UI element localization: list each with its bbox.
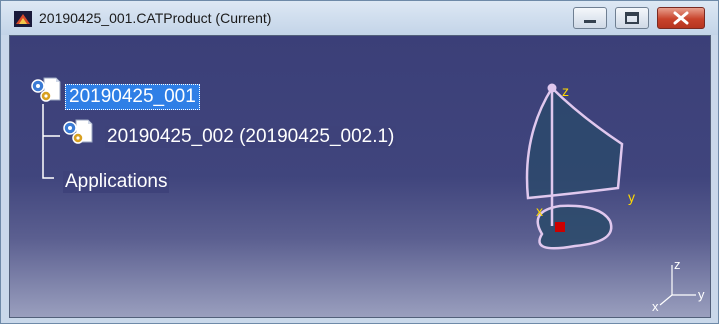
minimize-icon <box>584 20 596 23</box>
tree-child-label[interactable]: 20190425_002 (20190425_002.1) <box>105 126 397 148</box>
compass-y-label: y <box>628 189 635 205</box>
title-bar[interactable]: 20190425_001.CATProduct (Current) <box>1 1 718 35</box>
catia-app-icon <box>14 11 32 27</box>
tree-applications-label[interactable]: Applications <box>63 171 170 193</box>
compass-origin[interactable] <box>555 222 565 232</box>
window-title: 20190425_001.CATProduct (Current) <box>39 10 272 26</box>
compass-z-label: z <box>562 83 569 99</box>
product-icon[interactable] <box>28 76 62 106</box>
triad-z-label: z <box>674 257 681 272</box>
close-icon <box>673 11 689 25</box>
child-product-icon[interactable] <box>60 118 94 148</box>
triad-y-label: y <box>698 287 705 302</box>
catia-window: 20190425_001.CATProduct (Current) 201904… <box>0 0 719 324</box>
compass-icon[interactable]: z y x <box>500 76 640 256</box>
compass-x-label: x <box>536 203 543 219</box>
axis-triad-icon: z y x <box>652 257 705 313</box>
minimize-button[interactable] <box>573 7 607 29</box>
triad-x-label: x <box>652 299 659 313</box>
close-button[interactable] <box>657 7 705 29</box>
3d-viewport[interactable]: 20190425_001 20190425_002 (20190425_002.… <box>9 35 711 318</box>
tree-root-label[interactable]: 20190425_001 <box>65 84 200 110</box>
maximize-icon <box>625 12 639 24</box>
maximize-button[interactable] <box>615 7 649 29</box>
